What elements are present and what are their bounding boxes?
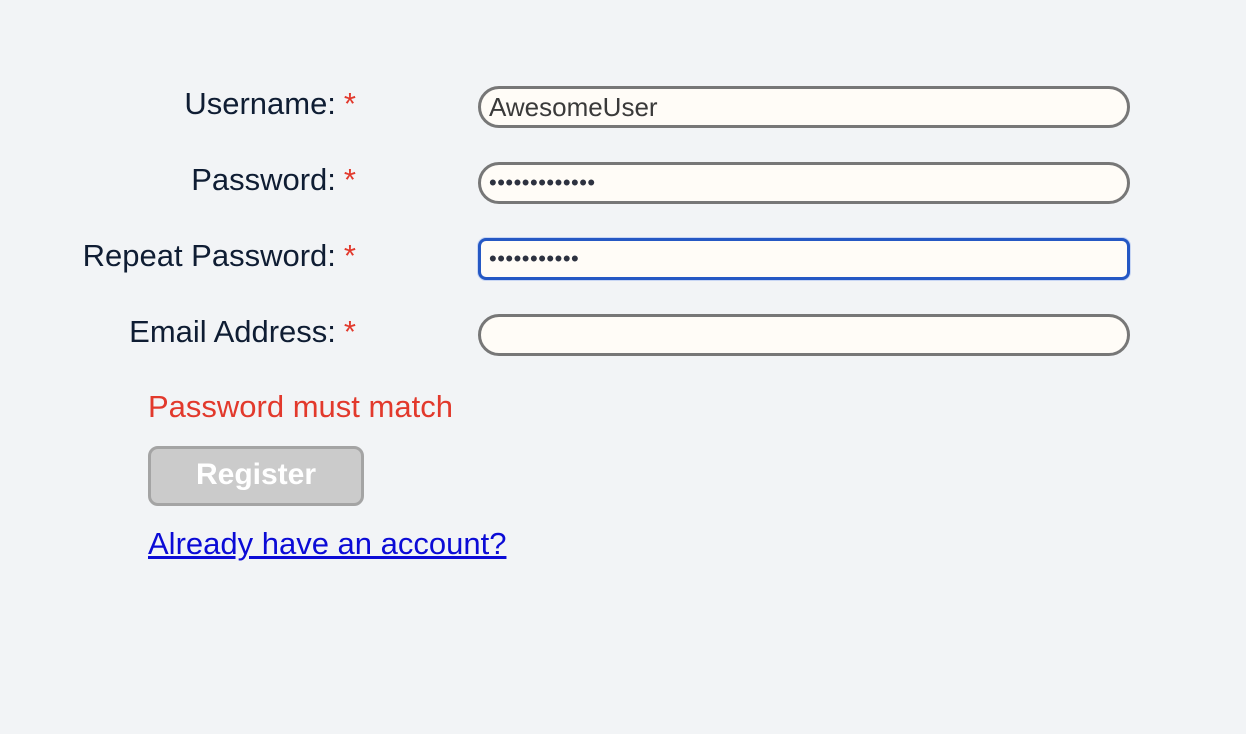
- repeat-password-label: Repeat Password: *: [82, 238, 356, 273]
- username-label: Username: *: [184, 86, 356, 121]
- required-asterisk: *: [343, 86, 356, 121]
- username-row: Username: *: [0, 86, 1246, 128]
- password-mismatch-error: Password must match: [148, 389, 453, 424]
- email-label: Email Address: *: [129, 314, 356, 349]
- required-asterisk: *: [343, 238, 356, 273]
- login-link[interactable]: Already have an account?: [148, 526, 506, 562]
- repeat-password-row: Repeat Password: *: [0, 238, 1246, 280]
- username-input[interactable]: [478, 86, 1130, 128]
- email-row: Email Address: *: [0, 314, 1246, 356]
- password-label: Password: *: [191, 162, 356, 197]
- password-input[interactable]: [478, 162, 1130, 204]
- required-asterisk: *: [343, 162, 356, 197]
- required-asterisk: *: [343, 314, 356, 349]
- registration-form: Username:* Password:* Repeat Password:* …: [0, 0, 1246, 734]
- email-input[interactable]: [478, 314, 1130, 356]
- register-button[interactable]: Register: [148, 446, 364, 506]
- repeat-password-input[interactable]: [478, 238, 1130, 280]
- password-row: Password: *: [0, 162, 1246, 204]
